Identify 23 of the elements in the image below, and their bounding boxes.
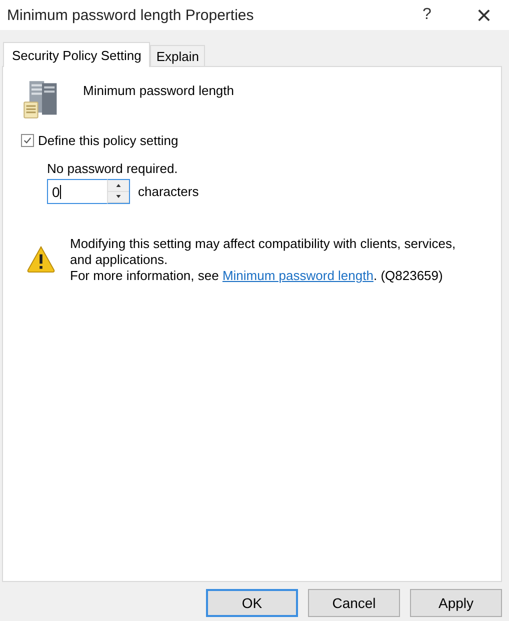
down-triangle-icon: [116, 195, 121, 198]
help-button[interactable]: ?: [415, 0, 439, 30]
warning-text: Modifying this setting may affect compatibility with clients, services, and applications.: [70, 236, 457, 268]
checkbox-label: Define this policy setting: [38, 133, 178, 148]
warning-icon: [26, 245, 56, 273]
setting-caption: No password required.: [47, 161, 179, 176]
unit-label: characters: [138, 184, 199, 199]
check-icon: [23, 136, 32, 145]
up-triangle-icon: [116, 184, 121, 187]
checkbox[interactable]: [21, 134, 34, 147]
number-field[interactable]: 0: [47, 179, 107, 204]
dialog-button[interactable]: Apply: [410, 589, 502, 617]
spin-up-button[interactable]: [108, 180, 129, 192]
more-info-text: For more information, see Minimum password length. (Q823659): [70, 268, 444, 284]
help-link[interactable]: Minimum password length: [222, 268, 374, 283]
dialog-button[interactable]: Cancel: [308, 589, 400, 617]
close-button[interactable]: ×: [469, 0, 499, 30]
policy-name: Minimum password length: [83, 82, 234, 98]
tab[interactable]: Explain: [150, 45, 205, 66]
dialog-button[interactable]: OK: [206, 589, 298, 617]
tab[interactable]: Security Policy Setting: [3, 42, 150, 67]
window-title: Minimum password length Properties: [7, 6, 255, 24]
spin-down-button[interactable]: [108, 192, 129, 203]
